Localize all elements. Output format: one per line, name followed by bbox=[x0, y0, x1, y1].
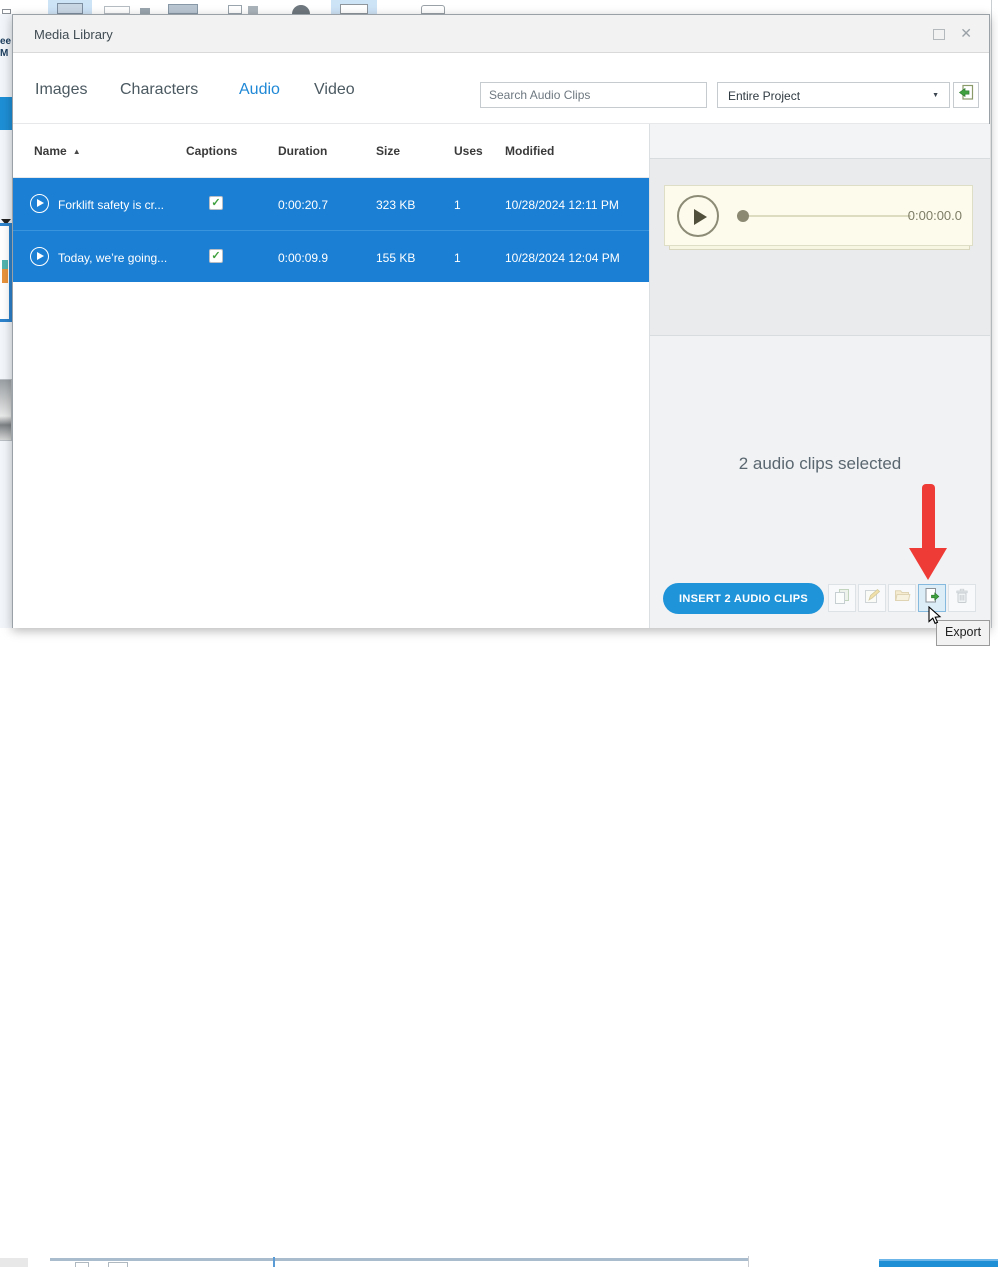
folder-icon bbox=[894, 588, 911, 608]
thumbnail-art bbox=[2, 260, 8, 269]
panel-top-strip bbox=[650, 124, 990, 159]
export-tooltip: Export bbox=[936, 620, 991, 646]
screen: ee M n vi p Media Library ✕ Images bbox=[0, 0, 998, 1267]
play-icon[interactable] bbox=[30, 194, 49, 213]
checkbox-fragment bbox=[108, 1262, 128, 1267]
tab-images[interactable]: Images bbox=[35, 81, 87, 99]
clip-duration: 0:00:20.7 bbox=[278, 198, 329, 212]
play-icon bbox=[694, 209, 707, 225]
background-button-fragment bbox=[879, 1259, 998, 1267]
play-icon[interactable] bbox=[30, 247, 49, 266]
clip-duration: 0:00:09.9 bbox=[278, 251, 329, 265]
insert-audio-clips-button[interactable]: INSERT 2 AUDIO CLIPS bbox=[663, 583, 824, 614]
background-toolbar-strip bbox=[0, 0, 998, 14]
mouse-cursor bbox=[928, 606, 942, 625]
search-input[interactable] bbox=[480, 82, 707, 108]
toolbar-icon-fragment bbox=[104, 6, 130, 14]
sort-ascending-icon: ▲ bbox=[72, 147, 81, 156]
column-header-uses[interactable]: Uses bbox=[454, 144, 483, 158]
playhead-fragment bbox=[273, 1257, 275, 1267]
checkbox-fragment bbox=[75, 1262, 89, 1267]
tab-audio[interactable]: Audio bbox=[239, 81, 280, 99]
delete-button[interactable] bbox=[948, 584, 976, 612]
column-header-captions[interactable]: Captions bbox=[186, 144, 237, 158]
background-fragment bbox=[0, 1258, 28, 1267]
import-icon bbox=[958, 84, 975, 106]
import-media-button[interactable] bbox=[953, 82, 979, 108]
annotation-arrow bbox=[922, 484, 935, 550]
column-header-duration[interactable]: Duration bbox=[278, 144, 327, 158]
column-header-name[interactable]: Name ▲ bbox=[34, 144, 81, 158]
duplicate-icon bbox=[834, 588, 850, 609]
detail-panel: 0:00:00.0 2 audio clips selected INSERT … bbox=[649, 124, 990, 628]
slide-thumbnail-selected[interactable] bbox=[0, 223, 12, 322]
column-header-modified[interactable]: Modified bbox=[505, 144, 554, 158]
background-button-fragment bbox=[0, 97, 12, 130]
media-library-dialog: Media Library ✕ Images Characters Audio … bbox=[12, 14, 990, 628]
toolbar-icon-fragment bbox=[168, 4, 198, 14]
clip-modified: 10/28/2024 12:11 PM bbox=[505, 198, 619, 212]
dialog-title: Media Library bbox=[34, 27, 113, 42]
background-left-strip: ee M bbox=[0, 14, 12, 639]
restore-icon[interactable] bbox=[933, 29, 945, 40]
clip-uses: 1 bbox=[454, 198, 461, 212]
open-folder-button[interactable] bbox=[888, 584, 916, 612]
tab-video[interactable]: Video bbox=[314, 81, 355, 99]
background-divider-fragment bbox=[748, 1256, 749, 1267]
scope-dropdown-value: Entire Project bbox=[728, 89, 801, 103]
audio-clip-table: Name ▲ Captions Duration Size Uses Modifi… bbox=[13, 124, 649, 628]
close-icon[interactable]: ✕ bbox=[960, 25, 972, 42]
cropped-text-fragment: ee bbox=[0, 36, 12, 47]
column-header-size[interactable]: Size bbox=[376, 144, 400, 158]
toolbar-icon-fragment bbox=[57, 3, 83, 14]
duplicate-button[interactable] bbox=[828, 584, 856, 612]
toolbar-icon-fragment bbox=[340, 4, 368, 14]
thumbnail-art bbox=[2, 269, 8, 283]
background-right-strip: n vi p bbox=[991, 0, 998, 639]
cropped-text-fragment: M bbox=[0, 48, 9, 59]
clip-name: Forklift safety is cr... bbox=[58, 198, 165, 212]
background-bottom-strip bbox=[0, 628, 998, 1267]
seek-track[interactable] bbox=[749, 215, 911, 217]
clip-name: Today, we’re going... bbox=[58, 251, 168, 265]
toolbar-icon-fragment bbox=[421, 5, 445, 14]
slide-thumbnail[interactable] bbox=[0, 379, 12, 441]
scope-dropdown[interactable]: Entire Project ▼ bbox=[717, 82, 950, 108]
playback-time: 0:00:00.0 bbox=[907, 208, 962, 223]
play-button[interactable] bbox=[677, 195, 719, 237]
clip-size: 155 KB bbox=[376, 251, 416, 265]
table-header: Name ▲ Captions Duration Size Uses Modifi… bbox=[13, 124, 649, 178]
clip-modified: 10/28/2024 12:04 PM bbox=[505, 251, 620, 265]
edit-button[interactable] bbox=[858, 584, 886, 612]
table-row[interactable]: Forklift safety is cr... ✓ 0:00:20.7 323… bbox=[13, 178, 649, 230]
pencil-icon bbox=[864, 588, 881, 609]
toolbar-icon-fragment bbox=[228, 5, 242, 14]
tab-characters[interactable]: Characters bbox=[120, 81, 198, 99]
toolbar-icon-fragment bbox=[292, 5, 310, 14]
toolbar-icon-fragment bbox=[248, 6, 258, 14]
annotation-arrow-head bbox=[909, 548, 947, 580]
clip-size: 323 KB bbox=[376, 198, 416, 212]
audio-player-card: 0:00:00.0 bbox=[664, 185, 973, 246]
selection-summary: 2 audio clips selected bbox=[738, 454, 902, 473]
captions-checkbox[interactable]: ✓ bbox=[209, 249, 223, 263]
media-tabbar: Images Characters Audio Video Entire Pro… bbox=[13, 53, 989, 124]
seek-handle[interactable] bbox=[737, 210, 749, 222]
table-row[interactable]: Today, we’re going... ✓ 0:00:09.9 155 KB… bbox=[13, 230, 649, 282]
dialog-titlebar: Media Library ✕ bbox=[13, 15, 989, 53]
timeline-bar-fragment bbox=[50, 1258, 748, 1261]
captions-checkbox[interactable]: ✓ bbox=[209, 196, 223, 210]
chevron-down-icon: ▼ bbox=[932, 92, 939, 99]
clip-action-buttons bbox=[828, 584, 976, 612]
clip-uses: 1 bbox=[454, 251, 461, 265]
trash-icon bbox=[954, 588, 970, 609]
